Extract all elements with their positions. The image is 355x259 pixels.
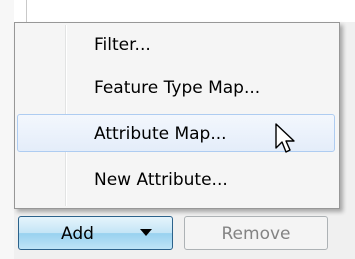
menu-item-label: Filter... xyxy=(94,35,151,55)
menu-item-feature-type-map[interactable]: Feature Type Map... xyxy=(17,68,335,106)
column-divider xyxy=(26,0,27,22)
mouse-pointer-icon xyxy=(275,123,295,153)
context-menu: Filter... Feature Type Map... Attribute … xyxy=(14,22,340,209)
menu-item-label: Feature Type Map... xyxy=(94,78,261,98)
add-button-label: Add xyxy=(61,224,94,244)
remove-button-label: Remove xyxy=(221,224,291,244)
left-panel-edge xyxy=(0,0,14,259)
list-panel xyxy=(0,0,355,22)
add-button[interactable]: Add xyxy=(18,216,173,250)
chevron-down-icon[interactable] xyxy=(140,229,152,236)
remove-button[interactable]: Remove xyxy=(184,216,328,250)
menu-item-label: New Attribute... xyxy=(94,170,228,190)
menu-item-new-attribute[interactable]: New Attribute... xyxy=(17,160,335,198)
menu-item-filter[interactable]: Filter... xyxy=(17,25,335,63)
menu-item-label: Attribute Map... xyxy=(94,124,227,144)
